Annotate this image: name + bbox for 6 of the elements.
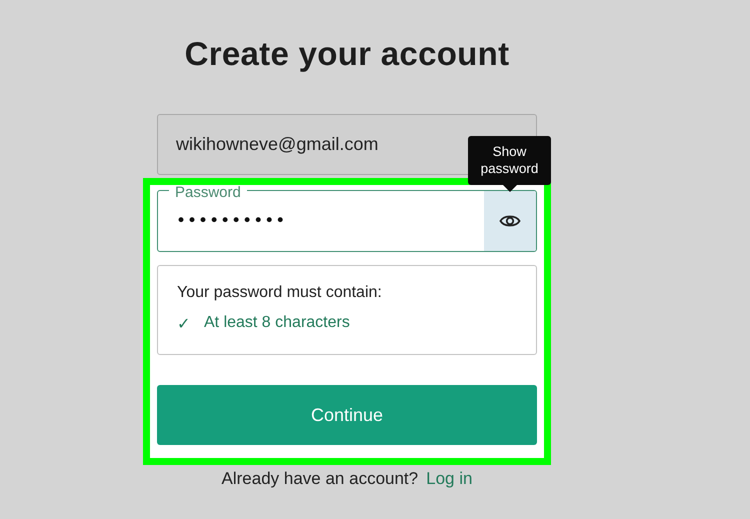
tooltip: Show password [468,136,551,185]
requirements-heading: Your password must contain: [177,284,383,302]
check-mark: ✓ [177,315,190,334]
footer-text: Already have an account? [222,469,418,489]
requirement-text: At least 8 characters [204,314,350,333]
page-title: Create your account [184,34,510,74]
